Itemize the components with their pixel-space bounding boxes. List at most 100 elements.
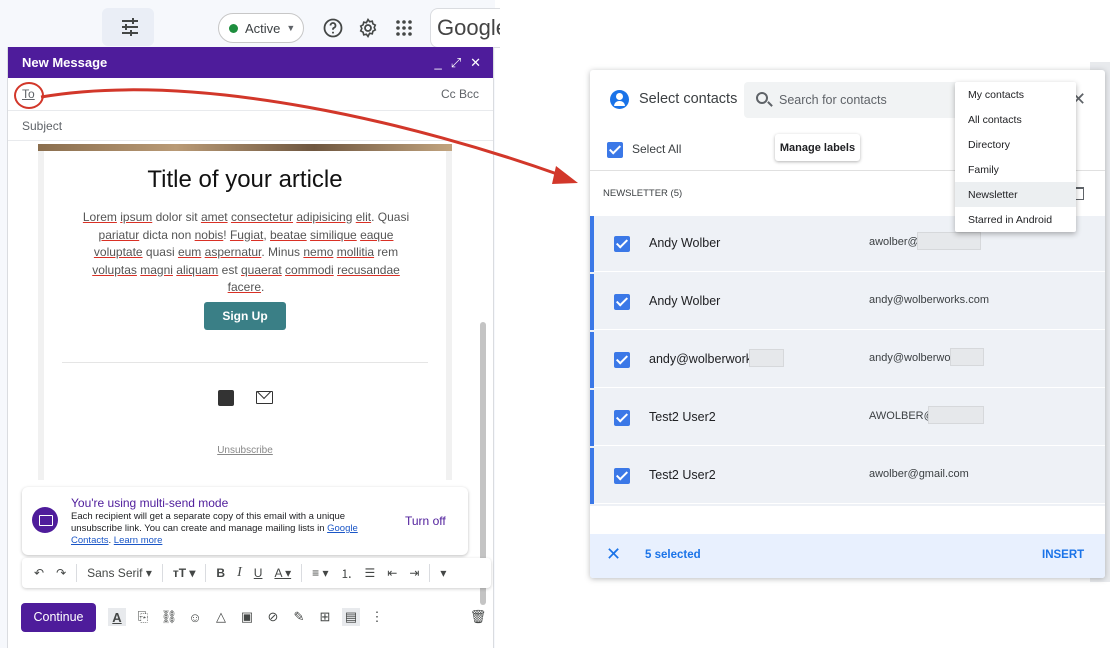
mail-icon[interactable] xyxy=(256,391,273,404)
email-body-article[interactable]: Title of your article Lorem ipsum dolor … xyxy=(38,144,452,480)
close-icon[interactable]: ✕ xyxy=(470,55,481,71)
contact-name: Andy Wolber xyxy=(649,236,721,250)
contact-group-dropdown: My contacts All contacts Directory Famil… xyxy=(955,82,1076,232)
status-dot xyxy=(229,23,238,33)
manage-labels-button[interactable]: Manage labels xyxy=(775,134,860,161)
bold-icon[interactable]: B xyxy=(216,566,225,580)
clear-selection-icon[interactable]: ✕ xyxy=(606,544,621,565)
spellcheck-word: adipisicing xyxy=(296,210,353,224)
annotation-circle xyxy=(14,82,44,109)
bulleted-list-icon[interactable]: ☰ xyxy=(365,566,376,580)
selected-indicator xyxy=(590,216,594,272)
contact-row[interactable]: andy@wolberwork andy@wolberwo xyxy=(590,332,1105,388)
dropdown-item-family[interactable]: Family xyxy=(955,157,1076,182)
contact-checkbox[interactable] xyxy=(614,410,630,426)
spellcheck-word: facere xyxy=(227,280,261,294)
contact-checkbox[interactable] xyxy=(614,294,630,310)
selected-indicator xyxy=(590,390,594,446)
mail-merge-icon[interactable]: ▤ xyxy=(342,608,360,626)
google-logo[interactable]: Google xyxy=(430,8,500,48)
insert-button[interactable]: INSERT xyxy=(1042,549,1084,561)
dropdown-item-my-contacts[interactable]: My contacts xyxy=(955,82,1076,107)
body-text-fragment: quasi xyxy=(142,245,178,259)
toolbar-separator xyxy=(301,564,303,582)
to-field[interactable]: To Cc Bcc xyxy=(8,78,493,111)
spellcheck-word: pariatur xyxy=(98,227,140,242)
search-options-button[interactable] xyxy=(102,8,154,46)
numbered-list-icon[interactable]: ⒈ xyxy=(341,565,353,582)
toolbar-separator xyxy=(429,564,431,582)
discard-trash-icon[interactable]: 🗑 xyxy=(469,608,487,626)
apps-grid-icon[interactable] xyxy=(392,16,416,40)
more-options-icon[interactable]: ⋮ xyxy=(368,608,386,626)
drive-icon[interactable]: △ xyxy=(212,608,230,626)
selected-count: 5 selected xyxy=(645,549,701,561)
selected-indicator xyxy=(590,332,594,388)
spellcheck-word: consectetur xyxy=(230,210,294,224)
contact-name: andy@wolberwork xyxy=(649,352,753,366)
indent-more-icon[interactable]: ⇥ xyxy=(409,566,419,580)
dropdown-item-starred-android[interactable]: Starred in Android xyxy=(955,207,1076,232)
article-divider xyxy=(62,362,428,363)
compose-bottom-bar: Continue A ⎘ ⛓ ☺ △ ▣ ⊘ ✎ ⊞ ▤ ⋮ 🗑 xyxy=(21,602,491,632)
contact-row[interactable]: Test2 User2 awolber@gmail.com xyxy=(590,448,1105,504)
underline-icon[interactable]: U xyxy=(254,566,263,580)
redo-icon[interactable]: ↷ xyxy=(56,566,66,580)
contact-checkbox[interactable] xyxy=(614,468,630,484)
article-body-text: Lorem ipsum dolor sit amet consectetur a… xyxy=(76,209,416,297)
settings-gear-icon[interactable] xyxy=(356,16,380,40)
contact-checkbox[interactable] xyxy=(614,236,630,252)
signature-icon[interactable]: ✎ xyxy=(290,608,308,626)
contact-name: Andy Wolber xyxy=(649,294,721,308)
select-all-checkbox[interactable] xyxy=(607,142,623,158)
unsubscribe-link[interactable]: Unsubscribe xyxy=(38,445,452,456)
subject-field[interactable]: Subject xyxy=(8,111,493,141)
continue-button[interactable]: Continue xyxy=(21,602,96,632)
dropdown-item-all-contacts[interactable]: All contacts xyxy=(955,107,1076,132)
body-text-fragment: rem xyxy=(374,245,399,259)
spellcheck-word: voluptas xyxy=(92,262,137,277)
text-color-icon[interactable]: A ▾ xyxy=(274,566,291,580)
toolbar-separator xyxy=(205,564,207,582)
redacted-block xyxy=(749,349,784,367)
italic-icon[interactable]: I xyxy=(237,565,242,581)
redacted-block xyxy=(950,348,984,366)
toolbar-separator xyxy=(161,564,163,582)
contact-row[interactable]: Test2 User2 AWOLBER@ xyxy=(590,390,1105,446)
expand-icon[interactable]: ⤢ xyxy=(451,55,461,71)
emoji-icon[interactable]: ☺ xyxy=(186,608,204,626)
help-icon[interactable] xyxy=(321,16,345,40)
contact-checkbox[interactable] xyxy=(614,352,630,368)
attach-icon[interactable]: ⎘ xyxy=(134,608,152,626)
cc-bcc-link[interactable]: Cc Bcc xyxy=(441,87,479,101)
confidential-icon[interactable]: ⊘ xyxy=(264,608,282,626)
undo-icon[interactable]: ↶ xyxy=(34,566,44,580)
compose-title: New Message xyxy=(22,55,108,70)
contact-row[interactable]: Andy Wolber andy@wolberworks.com xyxy=(590,274,1105,330)
formatting-options-icon[interactable]: A xyxy=(108,608,126,626)
photo-icon[interactable]: ▣ xyxy=(238,608,256,626)
twitter-icon[interactable] xyxy=(218,390,234,406)
link-icon[interactable]: ⛓ xyxy=(160,608,178,626)
learn-more-link[interactable]: Learn more xyxy=(114,535,163,546)
font-name: Sans Serif xyxy=(87,566,143,580)
font-selector[interactable]: Sans Serif ▾ xyxy=(87,566,152,580)
status-dropdown[interactable]: Active ▼ xyxy=(218,13,304,43)
spellcheck-word: quaerat xyxy=(241,262,282,277)
signup-button[interactable]: Sign Up xyxy=(204,302,286,330)
minimize-icon[interactable]: _ xyxy=(434,55,441,70)
more-formatting-icon[interactable]: ▾ xyxy=(440,566,446,580)
dropdown-item-newsletter[interactable]: Newsletter xyxy=(955,182,1076,207)
spellcheck-word: amet xyxy=(200,210,228,224)
layouts-icon[interactable]: ⊞ xyxy=(316,608,334,626)
selected-indicator xyxy=(590,448,594,504)
dropdown-item-directory[interactable]: Directory xyxy=(955,132,1076,157)
align-icon[interactable]: ≡ ▾ xyxy=(312,566,328,580)
select-all-label[interactable]: Select All xyxy=(632,142,681,156)
body-text-fragment: ! xyxy=(223,227,230,242)
turn-off-button[interactable]: Turn off xyxy=(405,514,446,528)
text-size-icon[interactable]: тT ▾ xyxy=(173,566,196,580)
caret-down-icon: ▼ xyxy=(286,23,296,33)
indent-less-icon[interactable]: ⇤ xyxy=(387,566,397,580)
dialog-footer: ✕ 5 selected INSERT xyxy=(590,534,1105,578)
